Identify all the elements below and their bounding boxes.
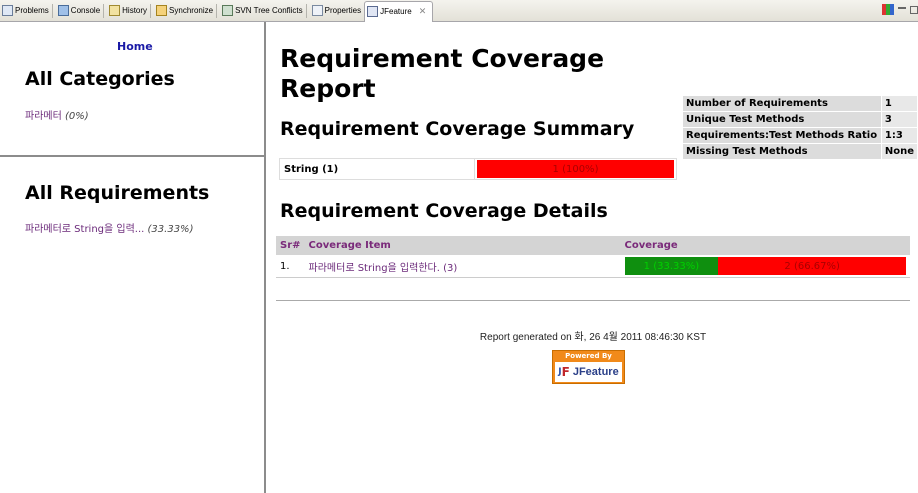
stats-table: Number of Requirements 1 Unique Test Meth… [682,95,918,160]
categories-frame: Home All Categories 파라메터 (0%) [0,22,264,157]
summary-table: String (1) 1 (100%) [279,158,677,180]
summary-label: String (1) [280,159,475,179]
powered-by-label: Powered By [565,352,612,360]
stat-value: None [880,143,918,160]
stat-label: Number of Requirements [682,95,882,112]
tab-properties[interactable]: Properties [310,1,364,21]
column-header-coverage: Coverage [620,236,910,255]
stat-label: Requirements:Test Methods Ratio [682,127,882,144]
tab-label: Properties [324,6,362,15]
stat-value: 3 [880,111,918,128]
categories-heading: All Categories [25,68,175,90]
tab-separator [103,3,105,18]
history-icon [109,5,121,16]
jfeature-icon [367,6,379,17]
table-row: Unique Test Methods 3 [682,111,918,128]
maximize-icon[interactable] [910,5,918,14]
synchronize-icon [156,5,168,16]
tab-separator [305,3,307,18]
table-row: Requirements:Test Methods Ratio 1:3 [682,127,918,144]
tab-console[interactable]: Console [56,1,107,21]
summary-coverage-bar: 1 (100%) [477,160,674,178]
table-row: 1. 파라메터로 String을 입력한다. (3) 1 (33.33%) 2 … [276,255,910,278]
column-header-sr: Sr# [276,236,305,255]
tab-jfeature[interactable]: JFeature ✕ [364,0,434,22]
tab-label: Problems [15,6,49,15]
logo-f-mark: F [561,365,570,379]
requirements-heading: All Requirements [25,182,210,204]
view-controls [882,4,918,15]
tab-separator [51,3,53,18]
report-frame: Requirement Coverage Report Number of Re… [268,22,918,493]
details-table: Sr# Coverage Item Coverage 1. 파라메터로 Stri… [276,236,910,278]
row-coverage: 1 (33.33%) 2 (66.67%) [620,255,910,278]
view-tab-bar: Problems Console History Synchronize SVN… [0,0,918,22]
category-percent: (0%) [65,111,89,122]
view-menu-icon[interactable] [882,4,894,15]
properties-icon [311,5,323,16]
row-coverage-item[interactable]: 파라메터로 String을 입력한다. (3) [304,255,621,278]
table-row: Number of Requirements 1 [682,95,918,112]
tab-separator [150,3,152,18]
table-header-row: Sr# Coverage Item Coverage [276,236,910,255]
tab-label: History [122,6,148,15]
tab-history[interactable]: History [107,1,154,21]
divider [276,300,910,301]
problems-icon [2,5,13,16]
jfeature-badge[interactable]: Powered By JF JFeature [552,350,625,384]
category-label[interactable]: 파라메터 [25,111,62,122]
stat-label: Unique Test Methods [682,111,882,128]
tab-label: JFeature [380,7,412,16]
minimize-icon[interactable] [898,6,906,9]
summary-heading: Requirement Coverage Summary [280,118,635,140]
uncovered-segment: 2 (66.67%) [718,257,906,275]
home-link[interactable]: Home [117,40,153,53]
stat-label: Missing Test Methods [682,143,882,160]
coverage-bar: 1 (33.33%) 2 (66.67%) [624,257,906,275]
requirement-percent: (33.33%) [147,224,194,235]
stat-value: 1:3 [880,127,918,144]
requirement-item[interactable]: 파라메터로 String을 입력... (33.33%) [25,220,193,235]
console-icon [57,5,69,16]
jfeature-logo: JF JFeature [555,362,622,382]
tab-label: SVN Tree Conflicts [235,6,303,15]
table-row: Missing Test Methods None [682,143,918,160]
tab-label: Synchronize [169,6,214,15]
svn-tree-conflicts-icon [222,5,234,16]
category-item[interactable]: 파라메터 (0%) [25,107,89,122]
tab-label: Console [70,6,101,15]
covered-segment: 1 (33.33%) [624,257,719,275]
tab-synchronize[interactable]: Synchronize [154,1,220,21]
tab-separator [216,3,218,18]
close-icon[interactable]: ✕ [419,6,427,17]
page-title: Requirement Coverage Report [280,44,605,103]
tab-svn-tree-conflicts[interactable]: SVN Tree Conflicts [220,1,310,21]
tab-problems[interactable]: Problems [0,1,56,21]
stat-value: 1 [880,95,918,112]
badge-name: JFeature [572,366,619,378]
generated-timestamp: Report generated on 화, 26 4월 2011 08:46:… [479,332,707,343]
details-heading: Requirement Coverage Details [280,200,608,222]
requirement-label[interactable]: 파라메터로 String을 입력... [25,224,144,235]
row-sr: 1. [276,255,305,278]
column-header-item: Coverage Item [304,236,621,255]
left-navigation: Home All Categories 파라메터 (0%) All Requir… [0,22,266,493]
